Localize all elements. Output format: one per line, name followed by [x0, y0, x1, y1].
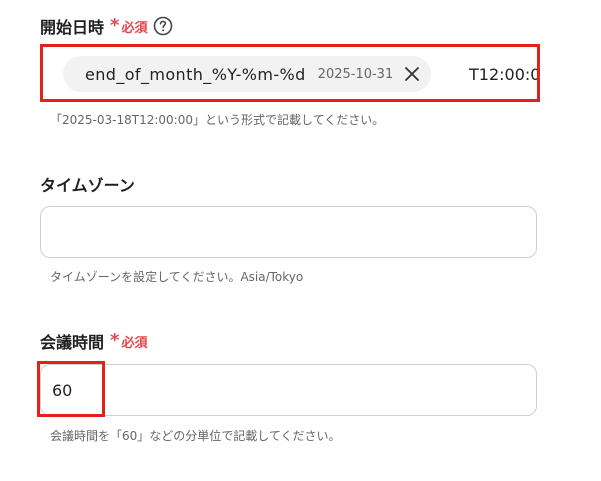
- required-text: 必須: [121, 335, 148, 351]
- duration-label: 会議時間: [40, 333, 105, 352]
- duration-label-row: 会議時間 * 必須: [40, 329, 147, 353]
- start-datetime-suffix-text: T12:00:00: [469, 65, 540, 84]
- question-circle-icon[interactable]: [153, 16, 173, 36]
- required-asterisk: *: [110, 15, 120, 36]
- highlight-box: [37, 361, 105, 417]
- duration-hint: 会議時間を「60」などの分単位で記載してください。: [50, 429, 341, 443]
- start-datetime-input[interactable]: end_of_month_%Y-%m-%d 2025-10-31 T12:00:…: [40, 44, 540, 102]
- start-datetime-hint: 「2025-03-18T12:00:00」という形式で記載してください。: [50, 113, 385, 127]
- variable-chip[interactable]: end_of_month_%Y-%m-%d 2025-10-31: [63, 56, 432, 92]
- form-page: 開始日時 * 必須 end_of_month_%Y-%m-%d 2025-10-…: [0, 0, 601, 481]
- required-indicator: * 必須: [110, 332, 147, 351]
- chip-variable-name: end_of_month_%Y-%m-%d: [85, 64, 306, 84]
- required-asterisk: *: [110, 330, 120, 351]
- required-text: 必須: [121, 20, 148, 36]
- duration-input[interactable]: [40, 364, 537, 416]
- timezone-input[interactable]: [40, 206, 537, 258]
- chip-preview-value: 2025-10-31: [317, 66, 394, 82]
- close-icon[interactable]: [403, 65, 421, 83]
- required-indicator: * 必須: [110, 17, 147, 36]
- start-datetime-label-row: 開始日時 * 必須: [40, 14, 173, 38]
- timezone-label-row: タイムゾーン: [40, 172, 135, 196]
- timezone-label: タイムゾーン: [40, 176, 135, 195]
- start-datetime-label: 開始日時: [40, 18, 105, 37]
- timezone-hint: タイムゾーンを設定してください。Asia/Tokyo: [50, 270, 304, 284]
